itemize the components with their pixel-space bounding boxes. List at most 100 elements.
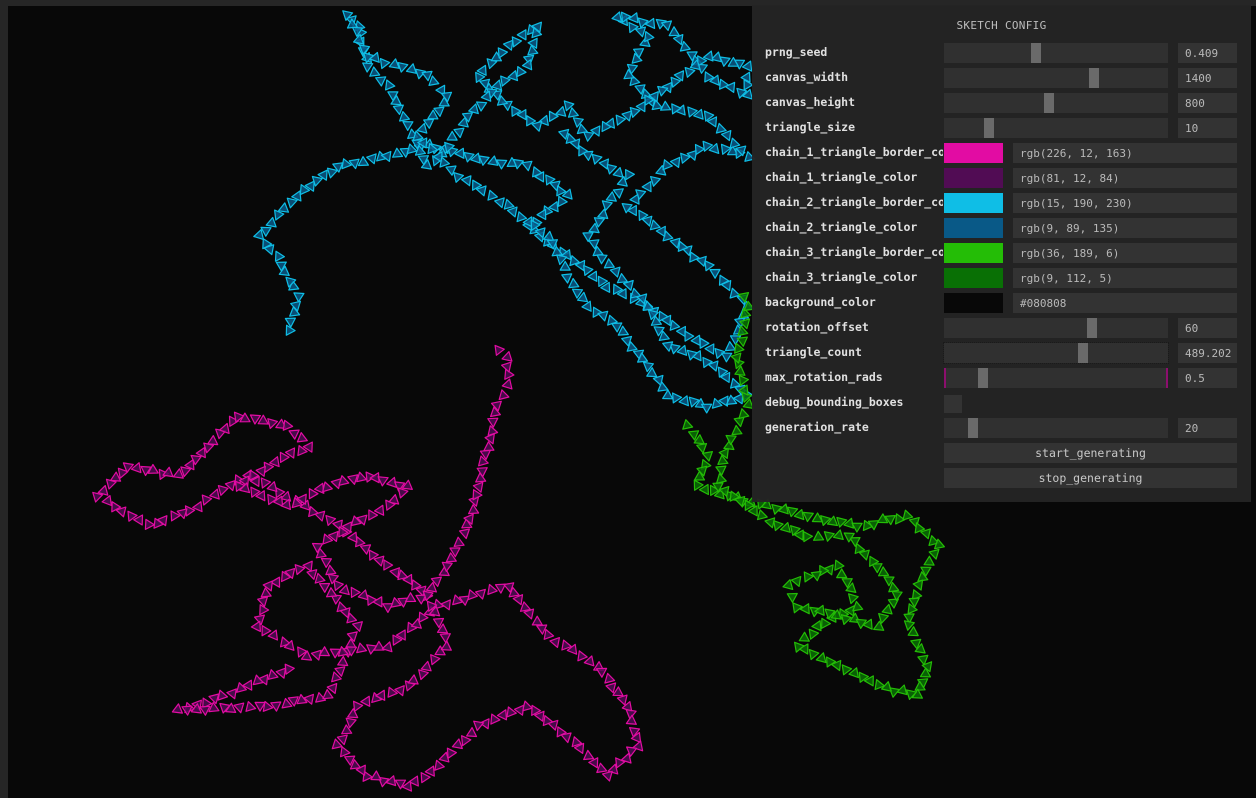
triangle — [603, 258, 615, 269]
slider-thumb[interactable] — [1077, 343, 1088, 363]
triangle — [346, 631, 358, 643]
triangle — [519, 601, 532, 612]
background-color-swatch[interactable] — [944, 293, 1003, 313]
canvas-height-input[interactable]: 800 — [1178, 93, 1237, 113]
slider-thumb[interactable] — [978, 368, 989, 388]
triangle — [601, 770, 613, 782]
triangle — [684, 66, 696, 78]
triangle — [430, 654, 441, 666]
max-rotation-rads-input[interactable]: 0.5 — [1178, 368, 1237, 388]
triangle — [568, 277, 580, 289]
triangle — [375, 76, 387, 87]
debug-bounding-boxes-checkbox[interactable] — [944, 395, 962, 413]
slider-thumb[interactable] — [1030, 43, 1041, 63]
triangle — [439, 156, 450, 168]
rotation-offset-input[interactable]: 60 — [1178, 318, 1237, 338]
config-label: rotation_offset — [765, 320, 869, 334]
triangle — [319, 582, 331, 593]
chain-3-triangle-color-input[interactable]: rgb(9, 112, 5) — [1013, 268, 1237, 288]
slider-thumb[interactable] — [1086, 318, 1097, 338]
triangle — [389, 567, 400, 579]
triangle — [799, 603, 810, 615]
triangle — [625, 714, 637, 725]
chain-1-triangle-color-input[interactable]: rgb(81, 12, 84) — [1013, 168, 1237, 188]
config-label: chain_3_triangle_color — [765, 270, 918, 284]
canvas-width-slider[interactable] — [944, 68, 1168, 88]
config-label: max_rotation_rads — [765, 370, 883, 384]
config-label: background_color — [765, 295, 876, 309]
chain-3-triangle-color-swatch[interactable] — [944, 268, 1003, 288]
triangle-count-slider[interactable] — [943, 342, 1169, 364]
triangle — [881, 603, 893, 615]
max-rotation-rads-slider[interactable] — [944, 368, 1168, 388]
slider-thumb[interactable] — [1044, 93, 1055, 113]
triangle — [616, 694, 628, 706]
chain-2-triangle-color-swatch[interactable] — [944, 218, 1003, 238]
triangle — [657, 85, 669, 97]
triangle — [511, 36, 523, 48]
triangle — [325, 564, 337, 576]
triangle — [491, 79, 503, 91]
triangle — [293, 292, 305, 303]
triangle — [144, 518, 155, 531]
start-generating-button[interactable]: start_generating — [944, 443, 1237, 463]
triangle-count-input[interactable]: 489.202 — [1178, 343, 1237, 363]
triangle — [628, 12, 639, 24]
chain-2-triangle-border-color-input[interactable]: rgb(15, 190, 230) — [1013, 193, 1237, 213]
triangle — [337, 655, 349, 667]
chain-3-triangle-border-color-input[interactable]: rgb(36, 189, 6) — [1013, 243, 1237, 263]
triangle — [253, 229, 264, 240]
triangle — [543, 230, 555, 242]
triangle — [792, 602, 803, 614]
chain-1-triangle-color-swatch[interactable] — [944, 168, 1003, 188]
prng-seed-input[interactable]: 0.409 — [1178, 43, 1237, 63]
triangle-size-input[interactable]: 10 — [1178, 118, 1237, 138]
chain-3-triangle-border-color-swatch[interactable] — [944, 243, 1003, 263]
triangle — [296, 432, 308, 443]
triangle — [226, 688, 237, 700]
triangle — [596, 762, 608, 774]
chain-2-triangle-color-input[interactable]: rgb(9, 89, 135) — [1013, 218, 1237, 238]
triangle — [496, 709, 508, 721]
stop-generating-button[interactable]: stop_generating — [944, 468, 1237, 488]
triangle — [207, 435, 219, 446]
triangle — [101, 495, 113, 507]
slider-thumb[interactable] — [968, 418, 979, 438]
triangle — [724, 341, 737, 352]
chain-2 — [253, 10, 756, 414]
generation-rate-slider[interactable] — [944, 418, 1168, 438]
background-color-input[interactable]: #080808 — [1013, 293, 1237, 313]
triangle — [356, 471, 367, 483]
triangle — [502, 39, 514, 51]
triangle — [902, 509, 914, 521]
triangle — [498, 389, 510, 401]
triangle — [630, 287, 642, 299]
slider-thumb[interactable] — [983, 118, 994, 138]
triangle — [416, 122, 428, 134]
triangle-size-slider[interactable] — [944, 118, 1168, 138]
triangle — [596, 254, 608, 265]
triangle — [715, 465, 727, 476]
chain-1-triangle-border-color-swatch[interactable] — [944, 143, 1003, 163]
config-label: chain_3_triangle_border_col — [765, 245, 943, 259]
config-row-rotation-offset: rotation_offset 60 — [752, 315, 1251, 340]
triangle — [265, 216, 277, 228]
triangle — [357, 589, 369, 601]
triangle — [624, 169, 636, 181]
config-label: triangle_size — [765, 120, 856, 134]
triangle — [700, 403, 713, 414]
chain-2-triangle-border-color-swatch[interactable] — [944, 193, 1003, 213]
triangle — [353, 700, 364, 712]
triangle — [282, 419, 294, 431]
rotation-offset-slider[interactable] — [944, 318, 1168, 338]
chain-1-triangle-border-color-input[interactable]: rgb(226, 12, 163) — [1013, 143, 1237, 163]
triangle — [453, 536, 465, 548]
triangle — [487, 417, 499, 428]
slider-thumb[interactable] — [1089, 68, 1100, 88]
prng-seed-slider[interactable] — [944, 43, 1168, 63]
triangle — [501, 351, 513, 362]
canvas-height-slider[interactable] — [944, 93, 1168, 113]
triangle — [314, 572, 326, 584]
generation-rate-input[interactable]: 20 — [1178, 418, 1237, 438]
canvas-width-input[interactable]: 1400 — [1178, 68, 1237, 88]
